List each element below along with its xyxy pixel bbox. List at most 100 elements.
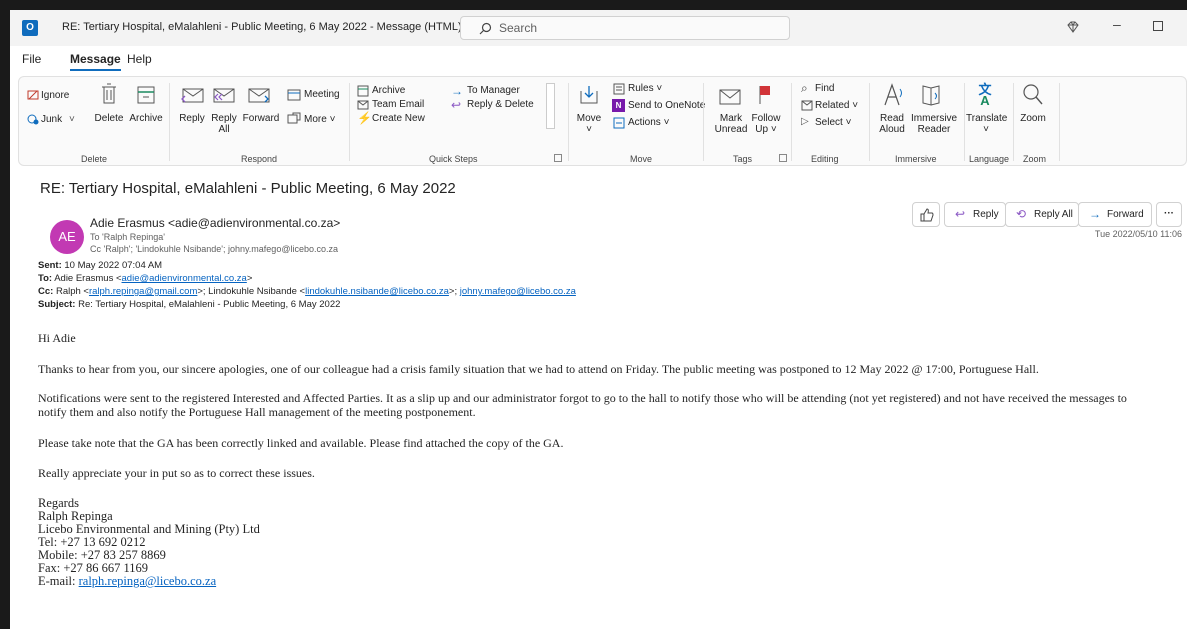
mark-unread-icon [719,89,741,105]
archive-quickstep-icon [357,85,369,97]
quickstep-archive[interactable]: Archive [372,85,405,96]
search-icon [479,22,492,35]
maximize-button[interactable] [1153,21,1163,31]
meeting-button[interactable]: Meeting [304,89,340,100]
ribbon-separator [1013,83,1014,161]
junk-button[interactable]: Junk [41,114,62,125]
to-recipients[interactable]: To 'Ralph Repinga' [90,232,165,242]
reply-all-arrow-icon: ⟲ [1016,207,1027,221]
zoom-button[interactable]: Zoom [1016,113,1050,124]
diamond-icon[interactable] [1066,20,1080,34]
actions-button[interactable]: Actions ˅ [628,117,669,128]
received-date: Tue 2022/05/10 11:06 [1094,229,1182,239]
tab-file[interactable]: File [22,52,41,66]
quickstep-team-email[interactable]: Team Email [372,99,424,110]
follow-up-button[interactable]: Follow Up ˅ [749,113,783,135]
email-link[interactable]: johny.mafego@licebo.co.za [460,286,576,297]
reply-all-icon [213,88,235,103]
ribbon-separator [869,83,870,161]
ribbon-separator [1059,83,1060,161]
ignore-button[interactable]: Ignore [41,90,69,101]
cursor-icon: ▷ [801,116,809,127]
email-link[interactable]: lindokuhle.nsibande@licebo.co.za [305,286,449,297]
email-link[interactable]: adie@adienvironmental.co.za [122,273,247,284]
title-bar: O RE: Tertiary Hospital, eMalahleni - Pu… [10,10,1187,46]
arrow-right-icon: → [451,84,463,98]
reply-arrow-icon: ↩ [955,207,966,221]
dialog-launcher-icon[interactable] [554,154,562,162]
body-paragraph: Please take note that the GA has been co… [38,436,564,450]
select-button[interactable]: Select ˅ [815,117,851,128]
forward-message-button[interactable]: → Forward [1078,202,1152,227]
related-button[interactable]: Related ˅ [815,100,858,111]
mark-unread-button[interactable]: Mark Unread [712,113,750,135]
group-label-tags: Tags [733,154,753,164]
more-actions-button[interactable]: ··· [1156,202,1182,227]
forward-button[interactable]: Forward [241,113,281,124]
team-email-icon [357,100,369,110]
more-respond-icon [287,112,301,124]
archive-icon [137,86,155,104]
group-label-quick-steps: Quick Steps [429,154,478,164]
email-link[interactable]: ralph.repinga@gmail.com [89,286,197,297]
ignore-icon [27,90,39,100]
related-icon [801,100,813,111]
lightning-icon: ⚡ [357,111,372,125]
avatar[interactable]: AE [50,220,84,254]
group-label-delete: Delete [81,154,108,164]
trash-icon [102,83,116,104]
send-to-onenote-button[interactable]: Send to OneNote [628,100,705,111]
body-paragraph: Notifications were sent to the registere… [38,391,1127,419]
signature-email: E-mail: ralph.repinga@licebo.co.za [38,574,217,588]
thumbs-up-icon [920,208,934,222]
email-link[interactable]: ralph.repinga@licebo.co.za [79,574,217,588]
ribbon-separator [349,83,350,161]
quicksteps-scrollbar[interactable] [546,83,555,129]
junk-icon [27,114,39,125]
rules-icon [613,83,625,95]
quickstep-reply-delete[interactable]: Reply & Delete [467,99,534,110]
minimize-button[interactable]: – [1113,16,1121,32]
move-button[interactable]: Move ˅ [573,113,605,135]
ribbon-separator [169,83,170,161]
tab-help[interactable]: Help [127,52,152,66]
immersive-reader-button[interactable]: Immersive Reader [911,113,957,135]
search-placeholder: Search [499,21,538,35]
find-button[interactable]: Find [815,83,834,94]
window-title: RE: Tertiary Hospital, eMalahleni - Publ… [62,21,462,33]
quoted-subject: Subject: Re: Tertiary Hospital, eMalahle… [38,299,341,310]
quoted-cc: Cc: Ralph <ralph.repinga@gmail.com>; Lin… [38,286,576,297]
rules-button[interactable]: Rules ˅ [628,83,662,94]
quoted-to: To: Adie Erasmus <adie@adienvironmental.… [38,273,253,284]
sender[interactable]: Adie Erasmus <adie@adienvironmental.co.z… [90,216,340,230]
reply-all-message-button[interactable]: ⟲ Reply All [1005,202,1079,227]
quoted-sent: Sent: 10 May 2022 07:04 AM [38,260,163,271]
archive-button[interactable]: Archive [129,113,163,124]
quickstep-to-manager[interactable]: To Manager [467,85,520,96]
reply-message-button[interactable]: ↩ Reply [944,202,1006,227]
body-paragraph: Thanks to hear from you, our sincere apo… [38,362,1039,376]
reply-delete-icon: ↩ [451,98,462,112]
group-label-language: Language [969,154,1010,164]
reply-button[interactable]: Reply [177,113,207,124]
ribbon-separator [964,83,965,161]
ribbon-separator [703,83,704,161]
ribbon: Ignore Junk ˅ Delete Archive Delete Repl… [18,76,1187,166]
delete-button[interactable]: Delete [93,113,125,124]
outlook-message-window: O RE: Tertiary Hospital, eMalahleni - Pu… [10,10,1187,629]
reply-all-button[interactable]: Reply All [207,113,241,135]
more-respond-button[interactable]: More ˅ [304,114,335,125]
read-aloud-button[interactable]: Read Aloud [874,113,910,135]
translate-button[interactable]: Translate ˅ [966,113,1007,135]
move-icon [580,86,598,104]
outlook-app-icon: O [22,20,38,36]
search-input[interactable]: Search [460,16,790,40]
like-button[interactable] [912,202,940,227]
quickstep-create-new[interactable]: Create New [372,113,425,124]
tab-message[interactable]: Message [70,52,121,71]
group-label-respond: Respond [241,154,278,164]
zoom-icon [1023,84,1043,105]
dialog-launcher-icon[interactable] [779,154,787,162]
cc-recipients[interactable]: Cc 'Ralph'; 'Lindokuhle Nsibande'; johny… [90,244,338,254]
actions-icon [613,117,625,129]
